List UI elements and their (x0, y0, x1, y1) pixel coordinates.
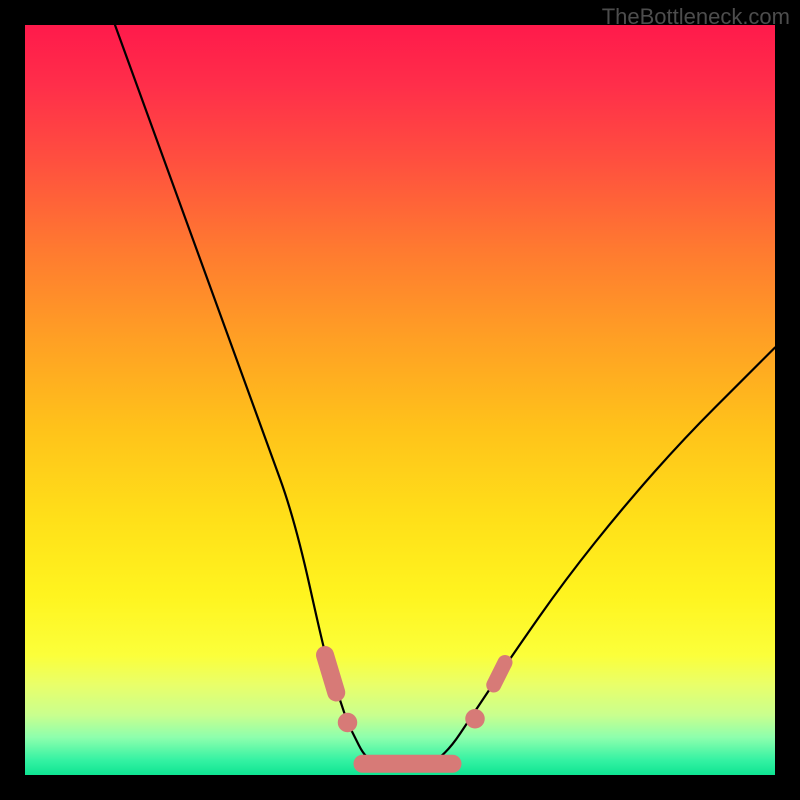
chart-overlay (25, 25, 775, 775)
chart-frame: TheBottleneck.com (0, 0, 800, 800)
highlight-segment-left (325, 655, 336, 693)
highlight-dot-right (465, 709, 485, 729)
highlight-segment-right (494, 663, 505, 686)
plot-area (25, 25, 775, 775)
series-bottleneck-curve (115, 25, 775, 768)
highlight-dot-left (338, 713, 358, 733)
